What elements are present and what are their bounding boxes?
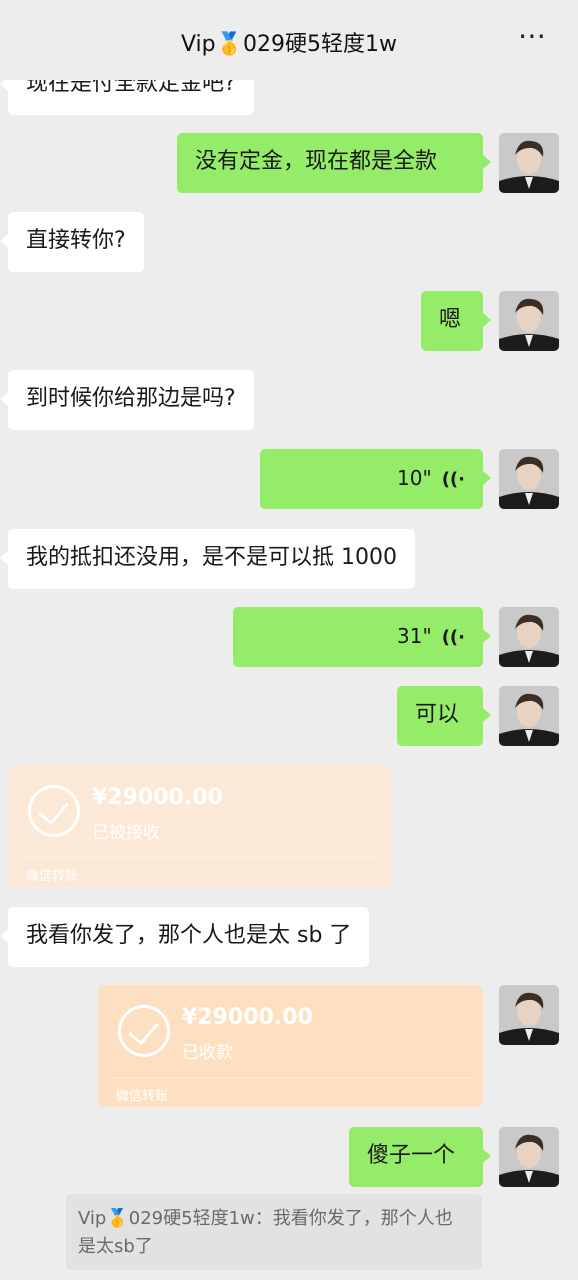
transfer-status: 已被接收 [92, 823, 160, 843]
avatar[interactable] [499, 1127, 559, 1187]
more-icon[interactable]: ⋯ [518, 22, 548, 50]
quoted-message[interactable]: Vip🥇029硬5轻度1w：我看你发了，那个人也是太sb了 [66, 1194, 482, 1270]
message-text: 我看你发了，那个人也是太 sb 了 [26, 923, 352, 948]
transfer-amount: ¥29000.00 [92, 785, 223, 810]
avatar[interactable] [499, 133, 559, 193]
message-text: 直接转你? [26, 228, 126, 253]
message-incoming[interactable]: 我的抵扣还没用，是不是可以抵 1000 [0, 529, 415, 589]
transfer-amount: ¥29000.00 [182, 1005, 313, 1030]
transfer-card[interactable]: ¥29000.00 已被接收 微信转账 [8, 765, 391, 887]
message-incoming[interactable]: 到时候你给那边是吗? [0, 370, 254, 430]
message-outgoing[interactable]: 傻子一个 [349, 1127, 491, 1187]
avatar[interactable] [499, 985, 559, 1045]
avatar[interactable] [499, 607, 559, 667]
transfer-footer: 微信转账 [26, 869, 79, 884]
divider [20, 857, 379, 858]
avatar[interactable] [499, 686, 559, 746]
check-icon [28, 785, 80, 837]
message-incoming[interactable]: 直接转你? [0, 212, 144, 272]
message-text: 没有定金，现在都是全款 [195, 149, 438, 174]
message-text: 傻子一个 [367, 1143, 456, 1168]
voice-duration: 31" [397, 624, 432, 648]
message-text: 到时候你给那边是吗? [26, 386, 236, 411]
check-icon [118, 1005, 170, 1057]
message-text: 我的抵扣还没用，是不是可以抵 1000 [26, 545, 397, 570]
avatar[interactable] [499, 449, 559, 509]
transfer-footer: 微信转账 [116, 1089, 169, 1104]
voice-duration: 10" [397, 466, 432, 490]
avatar[interactable] [499, 291, 559, 351]
voice-message[interactable]: 10" ((· [260, 449, 491, 509]
message-outgoing[interactable]: 嗯 [421, 291, 491, 351]
divider [110, 1077, 471, 1078]
message-outgoing[interactable]: 可以 [397, 686, 491, 746]
chat-header: Vip🥇029硬5轻度1w ⋯ [0, 0, 578, 80]
transfer-status: 已收款 [182, 1043, 233, 1063]
chat-title: Vip🥇029硬5轻度1w [180, 32, 397, 57]
voice-message[interactable]: 31" ((· [233, 607, 491, 667]
transfer-card[interactable]: ¥29000.00 已收款 微信转账 [98, 985, 483, 1107]
message-text: 嗯 [439, 307, 462, 332]
message-outgoing[interactable]: 没有定金，现在都是全款 [177, 133, 491, 193]
voice-wave-icon: ((· [441, 627, 465, 648]
message-incoming[interactable]: 我看你发了，那个人也是太 sb 了 [0, 907, 370, 967]
voice-wave-icon: ((· [441, 469, 465, 490]
message-text: 可以 [415, 702, 460, 727]
quoted-text: Vip🥇029硬5轻度1w：我看你发了，那个人也是太sb了 [78, 1208, 453, 1257]
